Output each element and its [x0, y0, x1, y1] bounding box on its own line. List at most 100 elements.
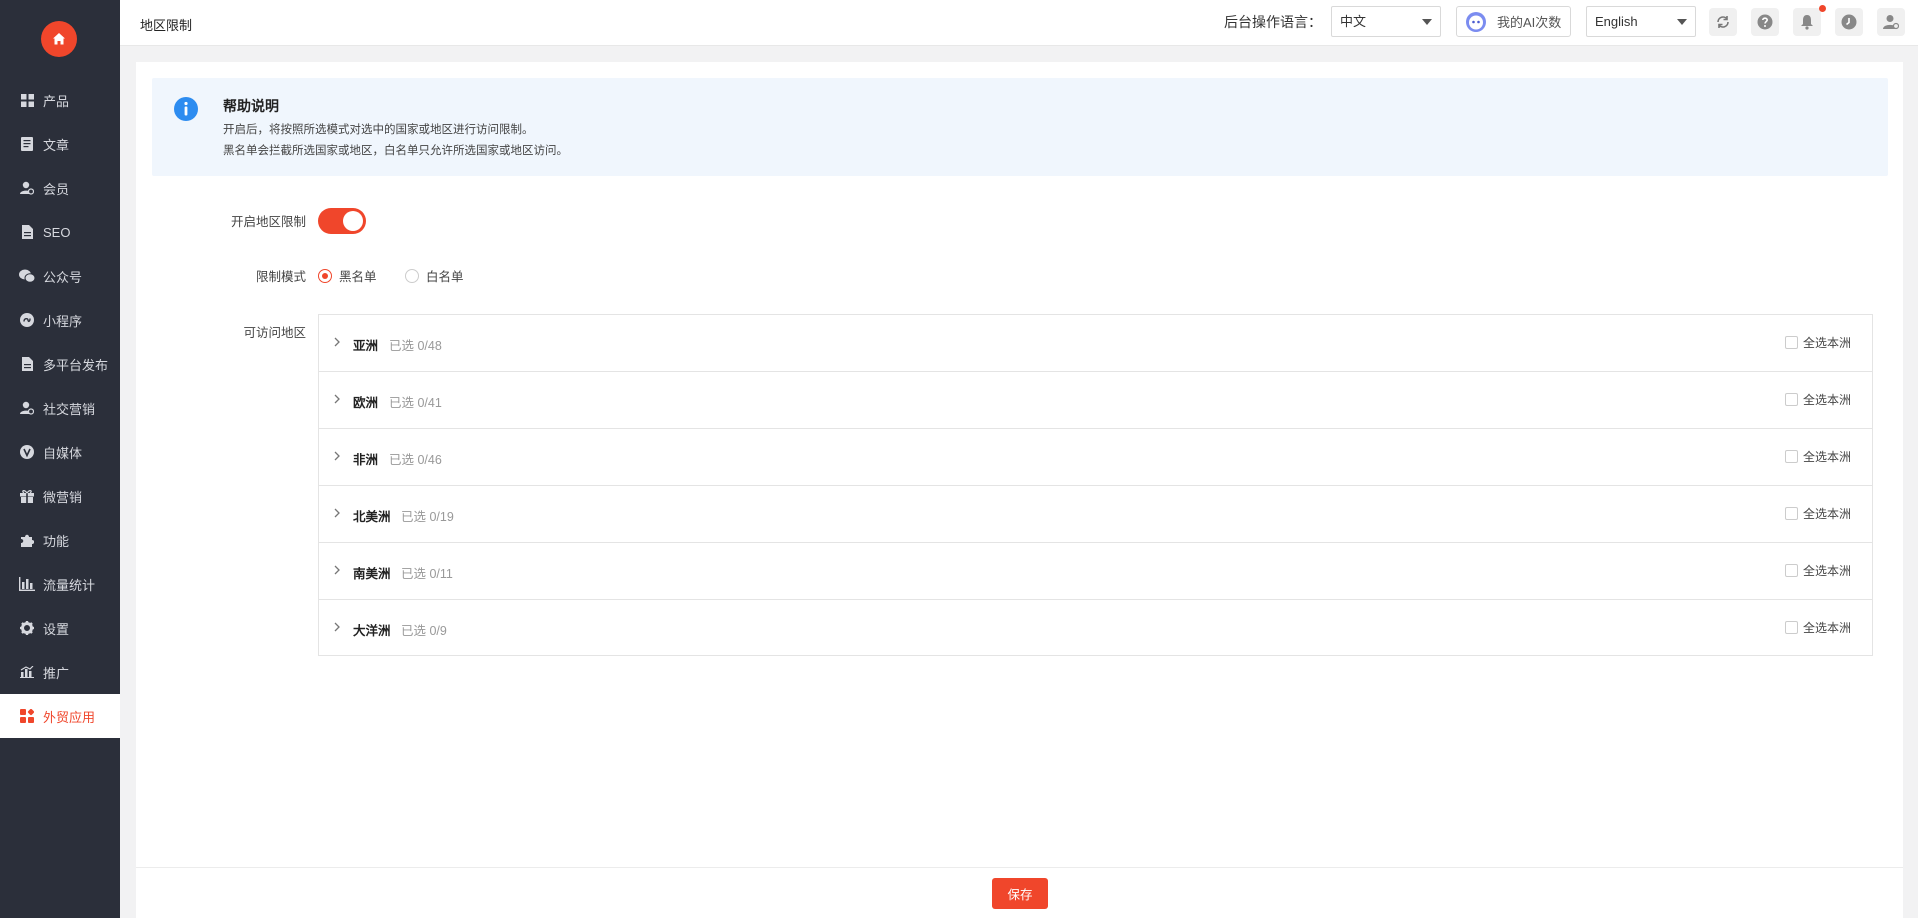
info-icon — [174, 97, 198, 121]
select-all-checkbox[interactable]: 全选本洲 — [1785, 334, 1851, 351]
user-icon — [1883, 15, 1899, 30]
miniprogram-icon — [19, 312, 35, 328]
question-icon — [1757, 14, 1773, 30]
page-title: 地区限制 — [140, 18, 193, 33]
sidebar-nav: 产品 文章 会员 SEO 公众号 小程序 多平台发布 社交营销 自媒体 微营销 … — [0, 78, 120, 738]
regions-list: 亚洲 已选 0/48 全选本洲 欧洲 已选 0/41 全选本洲 非洲 已选 0/… — [318, 314, 1873, 656]
checkbox-box — [1785, 393, 1798, 406]
sidebar-item-label: 微营销 — [43, 489, 83, 505]
help-button[interactable] — [1751, 8, 1779, 36]
sidebar-item-products[interactable]: 产品 — [0, 78, 120, 122]
sidebar-item-traffic[interactable]: 流量统计 — [0, 562, 120, 606]
home-button[interactable] — [41, 21, 77, 57]
sidebar-item-articles[interactable]: 文章 — [0, 122, 120, 166]
select-all-checkbox[interactable]: 全选本洲 — [1785, 562, 1851, 579]
chevron-right-icon — [334, 394, 340, 404]
sidebar-item-multi-publish[interactable]: 多平台发布 — [0, 342, 120, 386]
select-all-label: 全选本洲 — [1803, 621, 1852, 635]
gift-icon — [19, 488, 35, 504]
ui-language-select[interactable]: English — [1586, 6, 1696, 37]
sidebar-item-label: 流量统计 — [43, 577, 96, 593]
checkbox-box — [1785, 564, 1798, 577]
select-all-checkbox[interactable]: 全选本洲 — [1785, 505, 1851, 522]
sidebar-item-foreign-trade[interactable]: 外贸应用 — [0, 694, 120, 738]
sidebar-item-features[interactable]: 功能 — [0, 518, 120, 562]
sidebar-item-label: 自媒体 — [43, 445, 83, 461]
sidebar-item-label: 公众号 — [43, 269, 83, 285]
region-count: 已选 0/46 — [389, 453, 442, 467]
region-row-south-america[interactable]: 南美洲 已选 0/11 全选本洲 — [319, 543, 1872, 600]
sidebar-item-label: 外贸应用 — [43, 709, 96, 725]
region-count: 已选 0/11 — [401, 567, 453, 581]
chevron-right-icon — [334, 622, 340, 632]
promote-icon — [19, 664, 35, 680]
grid-icon — [19, 92, 35, 108]
sidebar-item-social[interactable]: 社交营销 — [0, 386, 120, 430]
sidebar-item-label: 会员 — [43, 181, 70, 197]
region-name: 欧洲 — [353, 396, 379, 410]
sidebar-item-label: 社交营销 — [43, 401, 96, 417]
refresh-button[interactable] — [1709, 8, 1737, 36]
clock-icon — [1841, 14, 1857, 30]
home-icon — [53, 33, 65, 45]
sidebar-item-promotion[interactable]: 推广 — [0, 650, 120, 694]
chevron-right-icon — [334, 337, 340, 347]
sidebar-item-label: 文章 — [43, 137, 70, 153]
sidebar-item-members[interactable]: 会员 — [0, 166, 120, 210]
sidebar-item-wechat[interactable]: 公众号 — [0, 254, 120, 298]
sidebar-item-media[interactable]: 自媒体 — [0, 430, 120, 474]
sidebar-item-label: 多平台发布 — [43, 357, 109, 373]
checkbox-box — [1785, 336, 1798, 349]
region-row-oceania[interactable]: 大洋洲 已选 0/9 全选本洲 — [319, 600, 1872, 657]
save-button[interactable]: 保存 — [992, 878, 1048, 909]
select-all-checkbox[interactable]: 全选本洲 — [1785, 619, 1851, 636]
region-row-asia[interactable]: 亚洲 已选 0/48 全选本洲 — [319, 315, 1872, 372]
sidebar-item-label: 功能 — [43, 533, 70, 549]
mode-blacklist-radio[interactable]: 黑名单 — [318, 266, 377, 285]
enable-restriction-toggle[interactable] — [318, 208, 366, 234]
help-notice: 帮助说明 开启后，将按照所选模式对选中的国家或地区进行访问限制。 黑名单会拦截所… — [152, 78, 1888, 176]
sidebar-item-seo[interactable]: SEO — [0, 210, 120, 254]
social-icon — [19, 400, 35, 416]
ui-language-value: English — [1595, 14, 1638, 29]
history-button[interactable] — [1835, 8, 1863, 36]
sidebar-item-miniprogram[interactable]: 小程序 — [0, 298, 120, 342]
region-row-africa[interactable]: 非洲 已选 0/46 全选本洲 — [319, 429, 1872, 486]
backend-language-label: 后台操作语言： — [1224, 14, 1322, 30]
radio-circle — [318, 268, 332, 283]
main-panel: 帮助说明 开启后，将按照所选模式对选中的国家或地区进行访问限制。 黑名单会拦截所… — [136, 62, 1903, 918]
bar-chart-icon — [19, 576, 35, 592]
sidebar-item-label: 产品 — [43, 93, 70, 109]
caret-down-icon — [1677, 19, 1687, 25]
select-all-label: 全选本洲 — [1803, 564, 1852, 578]
checkbox-box — [1785, 621, 1798, 634]
sidebar-item-label: 小程序 — [43, 313, 83, 329]
sidebar-item-settings[interactable]: 设置 — [0, 606, 120, 650]
checkbox-box — [1785, 450, 1798, 463]
chevron-right-icon — [334, 451, 340, 461]
region-name: 大洋洲 — [353, 624, 391, 638]
backend-language-select[interactable]: 中文 — [1331, 6, 1441, 37]
select-all-label: 全选本洲 — [1803, 507, 1852, 521]
region-count: 已选 0/9 — [401, 624, 447, 638]
region-row-north-america[interactable]: 北美洲 已选 0/19 全选本洲 — [319, 486, 1872, 543]
enable-restriction-label: 开启地区限制 — [230, 215, 306, 229]
user-menu-button[interactable] — [1877, 8, 1905, 36]
select-all-checkbox[interactable]: 全选本洲 — [1785, 391, 1851, 408]
notifications-button[interactable] — [1793, 8, 1821, 36]
ai-quota-label: 我的AI次数 — [1497, 15, 1562, 30]
region-name: 非洲 — [353, 453, 379, 467]
region-name: 北美洲 — [353, 510, 391, 524]
select-all-label: 全选本洲 — [1803, 336, 1852, 350]
footer-divider — [136, 867, 1903, 868]
region-count: 已选 0/41 — [389, 396, 442, 410]
refresh-icon — [1717, 16, 1729, 28]
region-count: 已选 0/48 — [389, 339, 442, 353]
region-row-europe[interactable]: 欧洲 已选 0/41 全选本洲 — [319, 372, 1872, 429]
select-all-checkbox[interactable]: 全选本洲 — [1785, 448, 1851, 465]
accessible-regions-label: 可访问地区 — [243, 326, 306, 340]
sidebar-item-micro-marketing[interactable]: 微营销 — [0, 474, 120, 518]
select-all-label: 全选本洲 — [1803, 450, 1852, 464]
mode-whitelist-radio[interactable]: 白名单 — [405, 266, 464, 285]
ai-quota-button[interactable]: 我的AI次数 — [1456, 6, 1571, 37]
